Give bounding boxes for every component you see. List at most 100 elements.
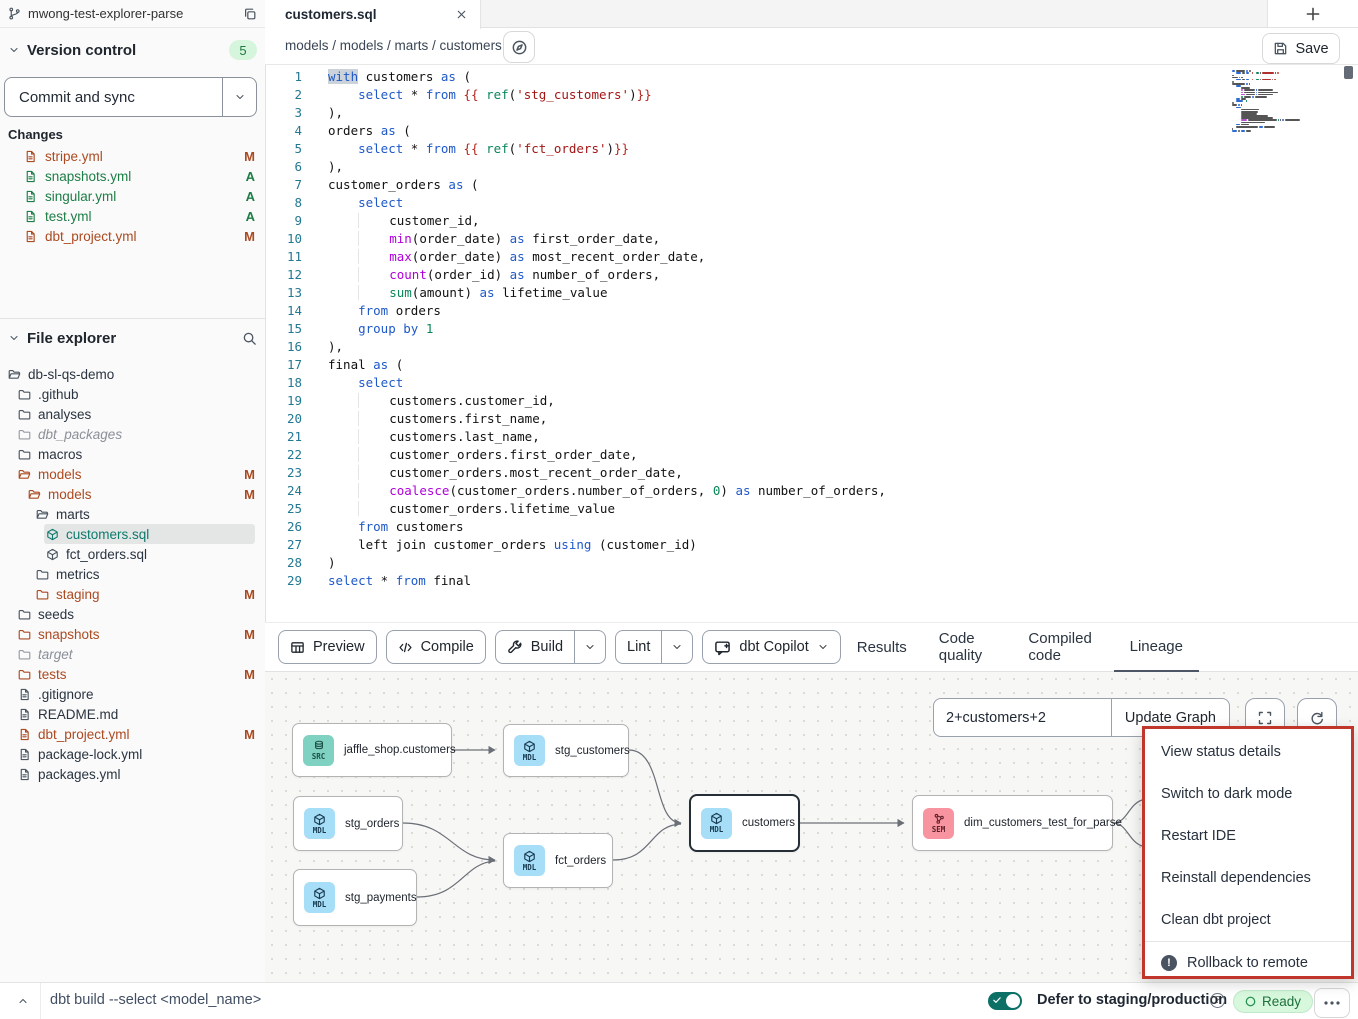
menu-item-rollback-to-remote[interactable]: ! Rollback to remote xyxy=(1145,942,1351,984)
button-main[interactable]: Preview xyxy=(279,631,376,663)
menu-item-clean-dbt-project[interactable]: Clean dbt project xyxy=(1145,899,1351,941)
copy-icon[interactable] xyxy=(243,7,257,21)
tab-lineage[interactable]: Lineage xyxy=(1114,623,1199,672)
commit-and-sync-button[interactable]: Commit and sync xyxy=(4,77,257,117)
menu-item-label: Rollback to remote xyxy=(1187,955,1308,971)
tree-item-analyses[interactable]: analyses xyxy=(0,404,265,424)
table-icon xyxy=(290,640,305,655)
editor-minimap[interactable] xyxy=(1232,70,1296,132)
lineage-node-stg_payments[interactable]: MDLstg_payments xyxy=(293,869,417,926)
tree-item-label: .github xyxy=(38,387,79,402)
lineage-node-jaffle_shop.customers[interactable]: SRCjaffle_shop.customers xyxy=(292,723,452,777)
change-row-stripe.yml[interactable]: stripe.ymlM xyxy=(0,146,265,166)
plus-icon[interactable] xyxy=(1304,5,1322,23)
menu-item-view-status-details[interactable]: View status details xyxy=(1145,731,1351,773)
button-dropdown-chevron[interactable] xyxy=(661,631,692,663)
defer-toggle[interactable] xyxy=(988,992,1022,1010)
menu-item-reinstall-dependencies[interactable]: Reinstall dependencies xyxy=(1145,857,1351,899)
tree-item--github[interactable]: .github xyxy=(0,384,265,404)
tree-item-body: snapshots xyxy=(16,624,236,644)
explore-button[interactable] xyxy=(503,31,535,63)
lineage-node-dim_customers_test_for_parse[interactable]: SEMdim_customers_test_for_parse xyxy=(912,795,1113,851)
preview-button[interactable]: Preview xyxy=(278,630,377,664)
tree-item-label: tests xyxy=(38,667,67,682)
button-main[interactable]: Lint xyxy=(616,631,661,663)
tree-item-seeds[interactable]: seeds xyxy=(0,604,265,624)
search-icon[interactable] xyxy=(242,331,257,346)
file-icon xyxy=(24,150,37,163)
tree-item-label: snapshots xyxy=(38,627,100,642)
tree-item-target[interactable]: target xyxy=(0,644,265,664)
ready-circle-icon xyxy=(1245,996,1256,1007)
help-icon[interactable]: ? xyxy=(1210,993,1225,1008)
button-main[interactable]: Build xyxy=(496,631,574,663)
chevdown-icon xyxy=(817,641,829,653)
tree-item-dbt-project-yml[interactable]: dbt_project.ymlM xyxy=(0,724,265,744)
tree-item--gitignore[interactable]: .gitignore xyxy=(0,684,265,704)
tab-code-quality[interactable]: Code quality xyxy=(923,623,1013,672)
tab-customers-sql[interactable]: customers.sql xyxy=(265,0,481,29)
lineage-search-input[interactable] xyxy=(934,699,1111,736)
version-control-header[interactable]: Version control 5 xyxy=(0,38,265,62)
tree-item-db-sl-qs-demo[interactable]: db-sl-qs-demo xyxy=(0,364,265,384)
line-number: 28 xyxy=(266,554,302,572)
tree-item-macros[interactable]: macros xyxy=(0,444,265,464)
tree-item-packages-yml[interactable]: packages.yml xyxy=(0,764,265,784)
change-row-dbt_project.yml[interactable]: dbt_project.ymlM xyxy=(0,226,265,246)
lineage-node-stg_customers[interactable]: MDLstg_customers xyxy=(503,724,629,777)
tab-compiled-code[interactable]: Compiled code xyxy=(1012,623,1113,672)
lineage-node-customers[interactable]: MDLcustomers xyxy=(689,794,800,852)
folder-icon xyxy=(18,608,31,621)
more-options-button[interactable] xyxy=(1314,988,1350,1018)
button-label: dbt Copilot xyxy=(739,639,808,655)
tree-item-fct-orders-sql[interactable]: fct_orders.sql xyxy=(0,544,265,564)
compile-button[interactable]: Compile xyxy=(386,630,486,664)
change-row-singular.yml[interactable]: singular.ymlA xyxy=(0,186,265,206)
tab-results[interactable]: Results xyxy=(841,623,923,672)
button-main[interactable]: dbt Copilot xyxy=(703,631,839,663)
node-label: stg_orders xyxy=(345,818,399,830)
line-number: 20 xyxy=(266,410,302,428)
code-text: from customers xyxy=(302,518,463,536)
tree-item-models[interactable]: modelsM xyxy=(0,484,265,504)
tree-item-package-lock-yml[interactable]: package-lock.yml xyxy=(0,744,265,764)
tree-item-readme-md[interactable]: README.md xyxy=(0,704,265,724)
node-label: stg_payments xyxy=(345,892,417,904)
line-number: 24 xyxy=(266,482,302,500)
commit-options-chevron[interactable] xyxy=(222,78,256,116)
lineage-node-stg_orders[interactable]: MDLstg_orders xyxy=(293,796,403,851)
file-explorer-header[interactable]: File explorer xyxy=(0,326,265,350)
command-bar-collapse-button[interactable] xyxy=(12,992,34,1010)
tree-item-body: customers.sql xyxy=(44,524,255,544)
menu-item-restart-ide[interactable]: Restart IDE xyxy=(1145,815,1351,857)
build-button[interactable]: Build xyxy=(495,630,606,664)
editor-scrollbar-thumb[interactable] xyxy=(1344,66,1353,79)
code-line-25: 25 customer_orders.lifetime_value xyxy=(266,500,886,518)
changes-count-badge: 5 xyxy=(229,40,257,60)
button-dropdown-chevron[interactable] xyxy=(574,631,605,663)
tree-item-tests[interactable]: testsM xyxy=(0,664,265,684)
chevron-down-icon[interactable] xyxy=(8,332,20,344)
close-icon[interactable] xyxy=(455,8,468,21)
save-button[interactable]: Save xyxy=(1262,33,1340,64)
tree-item-dbt-packages[interactable]: dbt_packages xyxy=(0,424,265,444)
tree-item-customers-sql[interactable]: customers.sql xyxy=(0,524,265,544)
lint-button[interactable]: Lint xyxy=(615,630,693,664)
menu-item-switch-to-dark-mode[interactable]: Switch to dark mode xyxy=(1145,773,1351,815)
change-row-test.yml[interactable]: test.ymlA xyxy=(0,206,265,226)
tree-item-metrics[interactable]: metrics xyxy=(0,564,265,584)
code-text: select * from {{ ref('fct_orders')}} xyxy=(302,140,629,158)
command-input[interactable]: dbt build --select <model_name> xyxy=(50,992,261,1008)
code-editor[interactable]: 1with customers as (2 select * from {{ r… xyxy=(266,65,1358,622)
tree-item-snapshots[interactable]: snapshotsM xyxy=(0,624,265,644)
chevron-down-icon[interactable] xyxy=(8,44,20,56)
dbt-copilot-button[interactable]: dbt Copilot xyxy=(702,630,840,664)
tree-item-models[interactable]: modelsM xyxy=(0,464,265,484)
tree-item-marts[interactable]: marts xyxy=(0,504,265,524)
lineage-node-fct_orders[interactable]: MDLfct_orders xyxy=(503,833,613,888)
wrench-icon xyxy=(507,639,523,655)
tree-item-staging[interactable]: stagingM xyxy=(0,584,265,604)
button-main[interactable]: Compile xyxy=(387,631,485,663)
tree-item-body: staging xyxy=(34,584,236,604)
change-row-snapshots.yml[interactable]: snapshots.ymlA xyxy=(0,166,265,186)
